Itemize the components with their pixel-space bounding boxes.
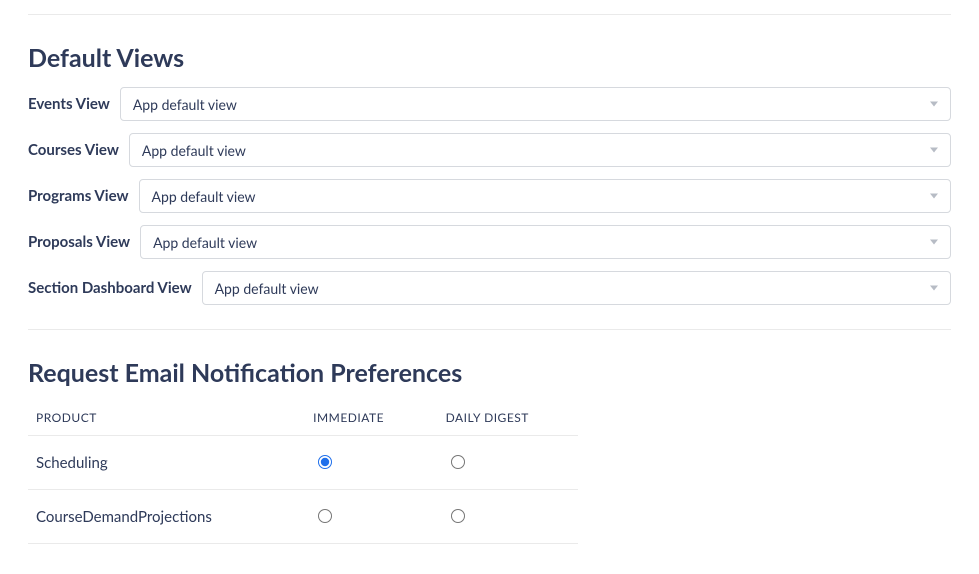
table-email-prefs: PRODUCT IMMEDIATE DAILY DIGEST Schedulin… — [28, 402, 578, 544]
heading-default-views: Default Views — [28, 43, 951, 73]
label-section-dashboard-view: Section Dashboard View — [28, 279, 192, 297]
chevron-down-icon — [930, 194, 938, 199]
heading-email-prefs: Request Email Notification Preferences — [28, 358, 951, 388]
radio-scheduling-immediate[interactable] — [318, 455, 332, 469]
col-header-immediate: IMMEDIATE — [313, 402, 445, 436]
row-events-view: Events View App default view — [28, 87, 951, 121]
chevron-down-icon — [930, 148, 938, 153]
divider-top — [28, 14, 951, 15]
divider-mid — [28, 329, 951, 330]
select-courses-view-value: App default view — [142, 142, 246, 159]
label-proposals-view: Proposals View — [28, 233, 130, 251]
label-events-view: Events View — [28, 95, 110, 113]
chevron-down-icon — [930, 240, 938, 245]
cell-product-scheduling: Scheduling — [28, 436, 313, 490]
table-row: CourseDemandProjections — [28, 490, 578, 544]
select-events-view-value: App default view — [133, 96, 237, 113]
select-programs-view[interactable]: App default view — [139, 179, 951, 213]
select-section-dashboard-view[interactable]: App default view — [202, 271, 951, 305]
label-courses-view: Courses View — [28, 141, 119, 159]
radio-scheduling-daily[interactable] — [451, 455, 465, 469]
select-proposals-view-value: App default view — [153, 234, 257, 251]
row-section-dashboard-view: Section Dashboard View App default view — [28, 271, 951, 305]
col-header-product: PRODUCT — [28, 402, 313, 436]
select-proposals-view[interactable]: App default view — [140, 225, 951, 259]
col-header-daily-digest: DAILY DIGEST — [446, 402, 578, 436]
cell-product-cdp: CourseDemandProjections — [28, 490, 313, 544]
chevron-down-icon — [930, 286, 938, 291]
table-row: Scheduling — [28, 436, 578, 490]
select-courses-view[interactable]: App default view — [129, 133, 951, 167]
row-programs-view: Programs View App default view — [28, 179, 951, 213]
chevron-down-icon — [930, 102, 938, 107]
radio-cdp-immediate[interactable] — [318, 509, 332, 523]
label-programs-view: Programs View — [28, 187, 129, 205]
select-section-dashboard-view-value: App default view — [215, 280, 319, 297]
radio-cdp-daily[interactable] — [451, 509, 465, 523]
select-programs-view-value: App default view — [152, 188, 256, 205]
select-events-view[interactable]: App default view — [120, 87, 951, 121]
row-proposals-view: Proposals View App default view — [28, 225, 951, 259]
row-courses-view: Courses View App default view — [28, 133, 951, 167]
